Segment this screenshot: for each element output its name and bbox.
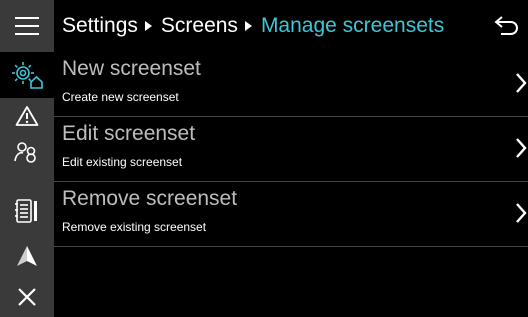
chevron-right-icon (516, 138, 527, 158)
chevron-right-icon (516, 203, 527, 223)
screen-settings-icon (12, 62, 43, 89)
alerts-button[interactable] (0, 98, 54, 134)
screen-settings-button[interactable] (0, 52, 54, 98)
new-screenset-item[interactable]: New screenset Create new screenset (54, 52, 528, 117)
warning-icon (15, 106, 39, 126)
navigation-button[interactable] (0, 236, 54, 276)
header: Settings Screens Manage screensets (54, 0, 528, 52)
sidebar (0, 0, 54, 317)
close-icon (18, 287, 36, 306)
manual-icon (15, 199, 37, 223)
screenset-list: New screenset Create new screenset Edit … (54, 52, 528, 247)
list-item-description: Create new screenset (62, 90, 179, 104)
menu-button[interactable] (0, 0, 54, 52)
users-button[interactable] (0, 134, 54, 170)
menu-icon (15, 17, 39, 35)
manual-button[interactable] (0, 186, 54, 236)
back-button[interactable] (484, 0, 528, 52)
users-icon (14, 142, 36, 163)
breadcrumb-settings[interactable]: Settings (62, 14, 138, 38)
breadcrumb-screens[interactable]: Screens (161, 14, 238, 38)
breadcrumb-separator-icon (244, 21, 252, 31)
navigation-icon (17, 246, 37, 266)
breadcrumb-separator-icon (144, 21, 152, 31)
list-item-title: Edit screenset (62, 122, 196, 145)
list-item-title: Remove screenset (62, 187, 238, 210)
list-item-description: Edit existing screenset (62, 155, 183, 169)
chevron-right-icon (516, 73, 527, 93)
list-item-description: Remove existing screenset (62, 220, 207, 234)
list-item-title: New screenset (62, 57, 201, 80)
back-icon (494, 16, 518, 35)
breadcrumb-current: Manage screensets (260, 14, 445, 37)
breadcrumb: Settings Screens Manage screensets (62, 14, 444, 38)
remove-screenset-item[interactable]: Remove screenset Remove existing screens… (54, 182, 528, 247)
close-button[interactable] (0, 276, 54, 317)
edit-screenset-item[interactable]: Edit screenset Edit existing screenset (54, 117, 528, 182)
